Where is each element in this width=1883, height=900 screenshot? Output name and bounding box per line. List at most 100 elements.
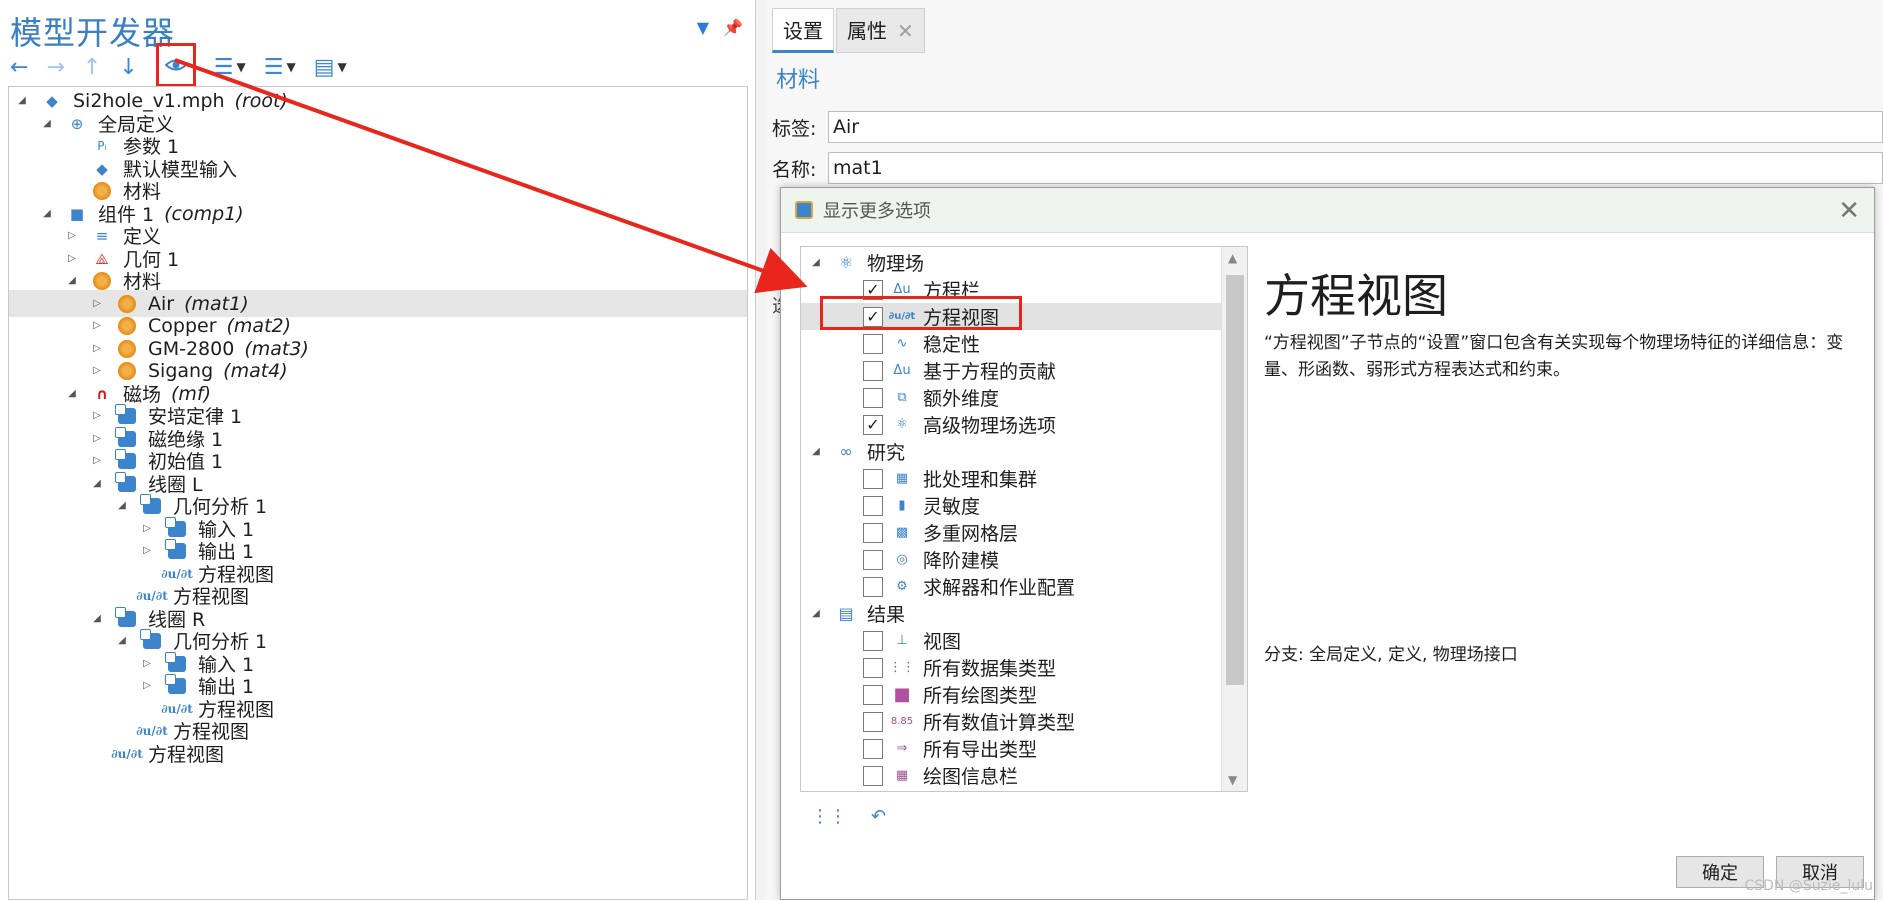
option-extra-dimensions[interactable]: ⧉ 额外维度 xyxy=(801,384,1221,411)
tab-settings[interactable]: 设置 xyxy=(772,8,834,53)
label-field[interactable]: Air xyxy=(828,111,1883,143)
option-equation-bar[interactable]: ✓ Δu 方程栏 xyxy=(801,276,1221,303)
expand-triangle-icon[interactable]: ▷ xyxy=(90,454,104,468)
checkbox[interactable] xyxy=(863,711,883,732)
option-label: 所有数据集类型 xyxy=(923,658,1057,680)
name-row: 名称: mat1 xyxy=(772,152,1883,184)
collapse-triangle-icon[interactable]: ◢ xyxy=(65,274,79,288)
group-study[interactable]: ◢ ∞ 研究 xyxy=(801,438,1221,465)
checkbox[interactable] xyxy=(863,630,883,651)
extra-dimension-icon: ⧉ xyxy=(897,390,907,405)
option-solver-config[interactable]: ⚙ 求解器和作业配置 xyxy=(801,573,1221,600)
expand-triangle-icon[interactable]: ▷ xyxy=(140,544,154,558)
layout-options-button[interactable]: ▤ ▼ xyxy=(314,55,347,80)
collapse-triangle-icon[interactable]: ◢ xyxy=(40,117,54,131)
option-equation-contribution[interactable]: Δu 基于方程的贡献 xyxy=(801,357,1221,384)
expand-triangle-icon[interactable]: ▷ xyxy=(140,522,154,536)
collapse-triangle-icon[interactable]: ◢ xyxy=(15,94,29,108)
checkbox[interactable] xyxy=(863,684,883,705)
pin-icon[interactable]: 📌 xyxy=(723,18,743,37)
checkbox[interactable] xyxy=(863,468,883,489)
forward-arrow-icon[interactable]: → xyxy=(46,55,64,80)
checkbox[interactable]: ✓ xyxy=(863,306,883,327)
option-label: 所有数值计算类型 xyxy=(923,712,1076,734)
expand-triangle-icon[interactable]: ▷ xyxy=(90,319,104,333)
scroll-up-icon[interactable]: ▲ xyxy=(1228,251,1237,265)
checkbox[interactable] xyxy=(863,495,883,516)
collapse-triangle-icon[interactable]: ◢ xyxy=(809,445,823,459)
reset-icon[interactable]: ↶ xyxy=(871,806,886,827)
option-advanced-physics[interactable]: ✓ ⚛ 高级物理场选项 xyxy=(801,411,1221,438)
checkbox[interactable]: ✓ xyxy=(863,279,883,300)
collapse-triangle-icon[interactable]: ◢ xyxy=(40,207,54,221)
description-branch: 分支: 全局定义, 定义, 物理场接口 xyxy=(1264,645,1518,665)
checkbox[interactable] xyxy=(863,657,883,678)
collapse-triangle-icon[interactable]: ◢ xyxy=(115,499,129,513)
panel-menu-icon[interactable]: ▼ xyxy=(697,18,709,37)
checkbox[interactable]: ✓ xyxy=(863,414,883,435)
checkbox[interactable] xyxy=(863,522,883,543)
option-plot-info[interactable]: ▦ 绘图信息栏 xyxy=(801,762,1221,789)
expand-triangle-icon[interactable]: ▷ xyxy=(140,657,154,671)
close-icon[interactable]: ✕ xyxy=(1838,196,1860,226)
option-plot-types[interactable]: ■ 所有绘图类型 xyxy=(801,681,1221,708)
checkbox[interactable] xyxy=(863,333,883,354)
expand-triangle-icon[interactable]: ▷ xyxy=(65,252,79,266)
expand-triangle-icon[interactable]: ▷ xyxy=(90,342,104,356)
back-arrow-icon[interactable]: ← xyxy=(10,55,28,80)
stabilization-icon: ∿ xyxy=(896,336,908,351)
expand-triangle-icon[interactable]: ▷ xyxy=(90,432,104,446)
definitions-icon: ≡ xyxy=(95,226,109,245)
move-up-icon[interactable]: ↑ xyxy=(83,55,101,80)
group-label: 结果 xyxy=(867,604,906,626)
collapse-triangle-icon[interactable]: ◢ xyxy=(65,387,79,401)
close-icon[interactable]: ✕ xyxy=(897,19,914,43)
options-scrollbar[interactable]: ▲ ▼ xyxy=(1221,247,1247,791)
option-derived-values[interactable]: 8.85 所有数值计算类型 xyxy=(801,708,1221,735)
move-down-icon[interactable]: ↓ xyxy=(119,55,137,80)
checkbox[interactable] xyxy=(863,360,883,381)
expand-triangle-icon[interactable]: ▷ xyxy=(90,297,104,311)
option-view[interactable]: ⊥ 视图 xyxy=(801,627,1221,654)
collapse-triangle-icon[interactable]: ◢ xyxy=(809,607,823,621)
option-multigrid[interactable]: ▩ 多重网格层 xyxy=(801,519,1221,546)
checkbox[interactable] xyxy=(863,576,883,597)
checkbox[interactable] xyxy=(863,738,883,759)
checkbox[interactable] xyxy=(863,387,883,408)
checkbox[interactable] xyxy=(863,549,883,570)
option-reduced-order[interactable]: ◎ 降阶建模 xyxy=(801,546,1221,573)
watermark: CSDN @Suzie_lulu xyxy=(1744,878,1873,894)
tree-item-equation-view[interactable]: ∂u/∂t 方程视图 xyxy=(9,740,747,767)
equation-contribution-icon: Δu xyxy=(893,363,911,378)
group-physics[interactable]: ◢ ⚛ 物理场 xyxy=(801,249,1221,276)
group-results[interactable]: ◢ ▤ 结果 xyxy=(801,600,1221,627)
option-label: 求解器和作业配置 xyxy=(923,577,1076,599)
option-sensitivity[interactable]: ▮ 灵敏度 xyxy=(801,492,1221,519)
select-all-icon[interactable]: ⋮⋮ xyxy=(811,806,847,827)
collapse-triangle-icon[interactable]: ◢ xyxy=(90,477,104,491)
collapse-triangle-icon[interactable]: ◢ xyxy=(90,612,104,626)
option-equation-view[interactable]: ✓ ∂u/∂t 方程视图 xyxy=(801,303,1221,330)
parameters-icon: Pᵢ xyxy=(97,138,107,153)
description-text: “方程视图”子节点的“设置”窗口包含有关实现每个物理场特征的详细信息：变量、形函… xyxy=(1264,333,1844,380)
root-icon: ◆ xyxy=(46,91,58,110)
expand-triangle-icon[interactable]: ▷ xyxy=(90,409,104,423)
option-batch-cluster[interactable]: ▦ 批处理和集群 xyxy=(801,465,1221,492)
expand-triangle-icon[interactable]: ▷ xyxy=(65,229,79,243)
expand-triangle-icon[interactable]: ▷ xyxy=(90,364,104,378)
option-export-types[interactable]: ⇒ 所有导出类型 xyxy=(801,735,1221,762)
checkbox[interactable] xyxy=(863,765,883,786)
show-more-options-button[interactable] xyxy=(155,43,196,87)
collapse-triangle-icon[interactable]: ◢ xyxy=(809,256,823,270)
option-stabilization[interactable]: ∿ 稳定性 xyxy=(801,330,1221,357)
domain-node-icon xyxy=(115,448,138,472)
scroll-down-icon[interactable]: ▼ xyxy=(1228,773,1237,787)
option-dataset-types[interactable]: ⋮⋮ 所有数据集类型 xyxy=(801,654,1221,681)
tab-properties[interactable]: 属性 ✕ xyxy=(836,8,925,53)
name-field[interactable]: mat1 xyxy=(828,152,1883,184)
collapse-sections-button[interactable]: ☰ ▼ xyxy=(264,55,296,80)
expand-triangle-icon[interactable]: ▷ xyxy=(140,679,154,693)
scroll-thumb[interactable] xyxy=(1226,275,1244,685)
collapse-triangle-icon[interactable]: ◢ xyxy=(115,634,129,648)
expand-sections-button[interactable]: ☰ ▼ xyxy=(214,55,246,80)
